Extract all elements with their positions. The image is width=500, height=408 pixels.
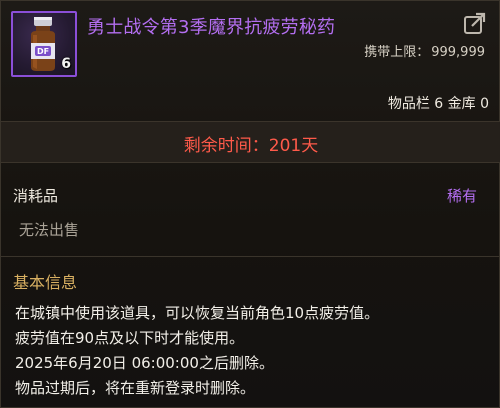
- section-divider: [1, 256, 500, 257]
- item-name: 勇士战令第3季魔界抗疲劳秘药: [87, 17, 336, 38]
- item-rarity: 稀有: [446, 187, 477, 205]
- remaining-time: 剩余时间：201天: [183, 136, 319, 156]
- carry-limit: 携带上限： 999,999: [364, 41, 485, 60]
- description-line: 在城镇中使用该道具，可以恢复当前角色10点疲劳值。: [15, 304, 380, 322]
- carry-limit-label: 携带上限：: [364, 45, 430, 60]
- inventory-count: 物品栏 6 金库 0: [387, 96, 489, 112]
- carry-limit-value: 999,999: [431, 45, 485, 60]
- item-category: 消耗品: [13, 187, 59, 205]
- stack-count: 6: [61, 56, 71, 72]
- share-icon: [464, 12, 486, 34]
- basic-info-description: 在城镇中使用该道具，可以恢复当前角色10点疲劳值。 疲劳值在90点及以下时才能使…: [15, 301, 493, 401]
- trade-status: 无法出售: [19, 221, 80, 239]
- share-button[interactable]: [463, 11, 487, 35]
- remaining-time-band: 剩余时间：201天: [1, 121, 500, 163]
- description-line: 2025年6月20日 06:00:00之后删除。: [15, 354, 274, 372]
- item-icon-slot[interactable]: DF 6: [11, 11, 77, 77]
- svg-text:DF: DF: [37, 47, 49, 56]
- basic-info-title: 基本信息: [13, 273, 78, 292]
- description-line: 疲劳值在90点及以下时才能使用。: [15, 329, 245, 347]
- description-line: 物品过期后，将在重新登录时删除。: [15, 379, 256, 397]
- item-tooltip: DF 6 勇士战令第3季魔界抗疲劳秘药 携带上限： 999,999 物品栏 6 金…: [0, 0, 500, 408]
